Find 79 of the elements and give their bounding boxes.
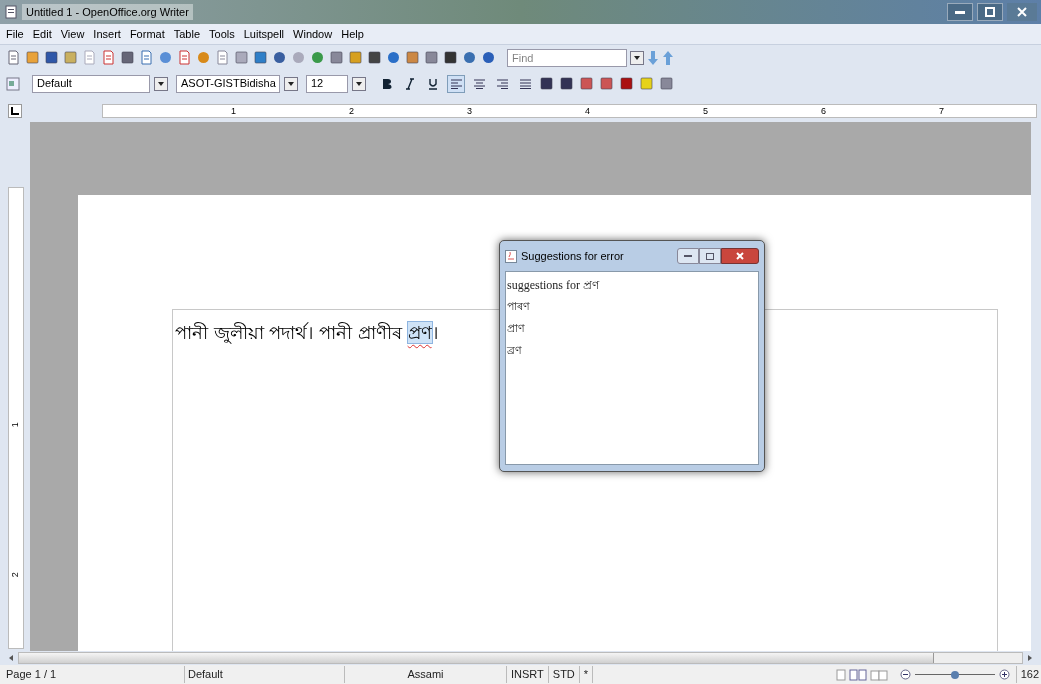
dropdown-button[interactable] [352, 76, 366, 91]
italic-icon [405, 77, 415, 90]
window-title: Untitled 1 - OpenOffice.org Writer [22, 3, 193, 21]
font-size-field[interactable]: 12 [306, 74, 348, 93]
menu-item[interactable]: Tools [209, 25, 235, 43]
dropdown-button[interactable] [630, 50, 644, 65]
close-button[interactable] [721, 248, 759, 264]
language-label: Assami [344, 666, 506, 683]
selection-mode-label: STD [547, 666, 579, 683]
restore-icon [985, 7, 995, 17]
close-icon [1017, 7, 1027, 17]
scroll-right-icon[interactable] [1027, 655, 1033, 661]
style-field[interactable]: Default [32, 74, 150, 93]
tab-stop-icon [11, 107, 19, 115]
menu-item[interactable]: Edit [32, 25, 52, 43]
minimize-icon [955, 10, 965, 14]
menu-item[interactable]: File [6, 25, 24, 43]
maximize-icon [706, 252, 714, 260]
zoom-level: 162 [1015, 666, 1041, 683]
suggestions-heading: suggestions for প্ৰণ [506, 277, 599, 294]
tab-stop-button[interactable] [8, 104, 22, 118]
horizontal-scrollbar[interactable] [18, 652, 1023, 664]
minimize-button[interactable] [677, 248, 699, 264]
ruler-number: 2 [349, 105, 354, 117]
ruler-number: 6 [821, 105, 826, 117]
new-document-icon[interactable] [6, 50, 21, 65]
page-indicator: Page 1 / 1 [5, 667, 58, 683]
align-center-icon [473, 78, 485, 89]
scroll-thumb[interactable] [19, 653, 934, 663]
zoom-out-icon[interactable] [899, 669, 911, 680]
insert-mode-label: INSRT [506, 666, 548, 683]
menu-item[interactable]: Insert [93, 25, 121, 43]
scroll-left-icon[interactable] [8, 655, 14, 661]
bold-icon [382, 77, 392, 90]
ruler-number: 7 [939, 105, 944, 117]
ruler-number: 5 [703, 105, 708, 117]
align-left-button[interactable] [447, 74, 465, 93]
align-left-icon [450, 78, 462, 89]
ruler-number: 3 [467, 105, 472, 117]
maximize-button[interactable] [977, 3, 1003, 21]
menu-item[interactable]: Window [293, 25, 333, 43]
book-view-icon[interactable] [869, 668, 888, 681]
multi-page-view-icon[interactable] [848, 668, 867, 681]
ruler-number: 1 [8, 422, 21, 428]
arrow-up-icon[interactable] [662, 50, 674, 65]
caret-icon [356, 81, 362, 86]
single-page-view-icon[interactable] [835, 668, 846, 681]
caret-icon [634, 55, 640, 60]
document-icon [4, 5, 18, 19]
dropdown-button[interactable] [154, 76, 168, 91]
suggestion-item[interactable]: প্ৰাণ [506, 318, 525, 340]
maximize-button[interactable] [699, 248, 721, 264]
menu-item[interactable]: Format [129, 25, 165, 43]
caret-icon [288, 81, 294, 86]
justify-icon [519, 78, 531, 89]
suggestion-item[interactable]: পাৰণ [506, 296, 530, 318]
close-icon [736, 252, 744, 260]
suggestion-item[interactable]: ব্ৰণ [506, 340, 522, 362]
zoom-in-icon[interactable] [998, 669, 1010, 680]
underline-icon [428, 77, 438, 90]
dialog-title: Suggestions for error [521, 248, 624, 264]
modified-indicator: * [578, 666, 594, 683]
ruler-number: 2 [8, 572, 21, 578]
menu-item[interactable]: Luitspell [243, 25, 285, 43]
caret-icon [158, 81, 164, 86]
minimize-icon [684, 255, 692, 257]
menu-item[interactable]: Table [173, 25, 200, 43]
close-button[interactable] [1007, 3, 1037, 21]
font-field[interactable]: ASOT-GISTBidisha [176, 74, 280, 93]
menu-item[interactable]: View [60, 25, 85, 43]
minimize-button[interactable] [947, 3, 973, 21]
ruler-number: 4 [585, 105, 590, 117]
menu-item[interactable]: Help [341, 25, 364, 43]
find-field[interactable]: Find [507, 48, 627, 67]
slider-thumb[interactable] [950, 670, 959, 679]
align-right-icon [496, 78, 508, 89]
ruler-number: 1 [231, 105, 236, 117]
page-style-label: Default [184, 666, 344, 683]
dropdown-button[interactable] [284, 76, 298, 91]
